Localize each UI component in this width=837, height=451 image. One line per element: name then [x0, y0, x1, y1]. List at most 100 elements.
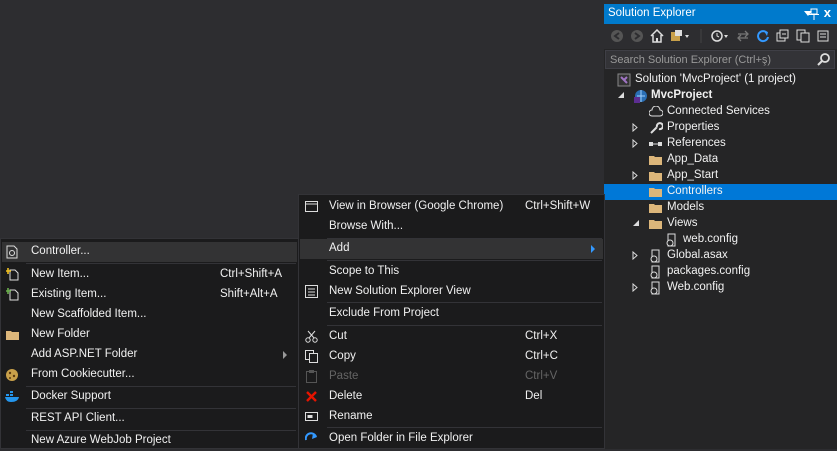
switch-views-icon[interactable]: [670, 29, 690, 43]
expanded-arrow-icon[interactable]: [632, 219, 640, 227]
search-icon[interactable]: [817, 53, 830, 66]
menu-item-browse-with[interactable]: Browse With...: [300, 217, 603, 237]
menu-item-delete[interactable]: Delete Del: [300, 387, 603, 407]
solution-icon: [617, 73, 631, 87]
copy-icon: [305, 350, 318, 363]
solution-explorer-titlebar: Solution Explorer x: [604, 4, 837, 24]
menu-item-add[interactable]: Add: [300, 239, 603, 259]
tree-item-label: Views: [667, 217, 698, 229]
context-menu: View in Browser (Google Chrome) Ctrl+Shi…: [298, 194, 605, 449]
menu-item-rest-api-client[interactable]: REST API Client...: [2, 409, 297, 429]
menu-item-existing-item[interactable]: Existing Item... Shift+Alt+A: [2, 285, 297, 305]
sync-icon[interactable]: [736, 29, 750, 43]
pending-changes-icon[interactable]: [710, 29, 730, 43]
tree-item-app-start[interactable]: App_Start: [604, 168, 837, 184]
collapsed-arrow-icon[interactable]: [632, 123, 638, 132]
menu-item-label: Existing Item...: [31, 288, 107, 300]
tree-item-label: Connected Services: [667, 105, 770, 117]
search-placeholder: Search Solution Explorer (Ctrl+ş): [610, 54, 772, 66]
menu-item-label: Add ASP.NET Folder: [31, 348, 138, 360]
menu-item-cut[interactable]: Cut Ctrl+X: [300, 327, 603, 347]
menu-item-docker-support[interactable]: Docker Support: [2, 387, 297, 407]
tree-item-references[interactable]: References: [604, 136, 837, 152]
menu-item-label: Delete: [329, 390, 363, 402]
show-all-files-icon[interactable]: [796, 29, 810, 43]
menu-item-new-scaffolded-item[interactable]: New Scaffolded Item...: [2, 305, 297, 325]
menu-item-label: View in Browser (Google Chrome): [329, 200, 504, 212]
menu-item-label: New Folder: [31, 328, 90, 340]
menu-item-paste[interactable]: Paste Ctrl+V: [300, 367, 603, 387]
collapsed-arrow-icon[interactable]: [632, 171, 638, 180]
cloud-icon: [649, 106, 663, 117]
menu-item-rename[interactable]: Rename: [300, 407, 603, 427]
menu-item-controller[interactable]: Controller...: [2, 242, 297, 262]
menu-item-copy[interactable]: Copy Ctrl+C: [300, 347, 603, 367]
tree-item-connected-services[interactable]: Connected Services: [604, 104, 837, 120]
solution-explorer-search-input[interactable]: Search Solution Explorer (Ctrl+ş): [605, 50, 835, 69]
new-folder-icon: [6, 331, 19, 340]
tree-item-label: packages.config: [667, 265, 751, 277]
scissors-icon: [305, 330, 318, 343]
tree-item-label: MvcProject: [651, 89, 713, 101]
folder-icon: [649, 204, 662, 213]
open-folder-icon: [305, 432, 317, 441]
cookiecutter-icon: [6, 369, 18, 381]
menu-separator: [327, 427, 602, 428]
tree-item-solution[interactable]: Solution 'MvcProject' (1 project): [604, 72, 837, 88]
submenu-arrow-icon: [591, 245, 595, 253]
tree-item-web-config[interactable]: Web.config: [604, 280, 837, 296]
menu-item-shortcut: Ctrl+Shift+W: [525, 200, 591, 212]
expanded-arrow-icon[interactable]: [617, 91, 625, 99]
back-icon[interactable]: [610, 29, 624, 43]
menu-item-label: New Scaffolded Item...: [31, 308, 147, 320]
menu-item-shortcut: Ctrl+V: [525, 370, 558, 382]
tree-item-project[interactable]: MvcProject: [604, 88, 837, 104]
tree-item-views[interactable]: Views: [604, 216, 837, 232]
menu-item-new-folder[interactable]: New Folder: [2, 325, 297, 345]
menu-item-exclude-from-project[interactable]: Exclude From Project: [300, 304, 603, 324]
forward-icon[interactable]: [630, 29, 644, 43]
tree-item-label: App_Start: [667, 169, 719, 181]
tree-item-label: web.config: [683, 233, 738, 245]
menu-item-new-solution-explorer-view[interactable]: New Solution Explorer View: [300, 282, 603, 302]
tree-item-controllers[interactable]: Controllers: [604, 184, 837, 200]
menu-item-add-asp-net-folder[interactable]: Add ASP.NET Folder: [2, 345, 297, 365]
collapsed-arrow-icon[interactable]: [632, 139, 638, 148]
properties-icon[interactable]: [816, 29, 830, 43]
menu-item-label: Exclude From Project: [329, 307, 439, 319]
menu-item-scope-to-this[interactable]: Scope to This: [300, 262, 603, 282]
refresh-icon[interactable]: [756, 29, 770, 43]
tree-item-models[interactable]: Models: [604, 200, 837, 216]
collapsed-arrow-icon[interactable]: [632, 283, 638, 292]
new-item-icon: [6, 268, 19, 281]
folder-icon: [649, 220, 662, 229]
menu-item-view-in-browser[interactable]: View in Browser (Google Chrome) Ctrl+Shi…: [300, 197, 603, 217]
menu-item-shortcut: Ctrl+Shift+A: [220, 268, 282, 280]
menu-item-label: New Azure WebJob Project: [31, 434, 171, 446]
menu-separator: [327, 302, 602, 303]
tree-item-label: Properties: [667, 121, 720, 133]
references-icon: [649, 142, 662, 146]
menu-item-from-cookiecutter[interactable]: From Cookiecutter...: [2, 365, 297, 385]
tree-item-global-asax[interactable]: Global.asax: [604, 248, 837, 264]
collapsed-arrow-icon[interactable]: [632, 251, 638, 260]
folder-icon: [649, 156, 662, 165]
menu-item-new-azure-webjob-project[interactable]: New Azure WebJob Project: [2, 431, 297, 451]
tree-item-label: Controllers: [667, 185, 723, 197]
menu-item-new-item[interactable]: New Item... Ctrl+Shift+A: [2, 265, 297, 285]
tree-item-properties[interactable]: Properties: [604, 120, 837, 136]
pin-icon[interactable]: [809, 8, 819, 20]
browser-icon: [305, 201, 318, 212]
menu-item-shortcut: Del: [525, 390, 543, 402]
add-submenu: Controller... New Item... Ctrl+Shift+A E…: [0, 238, 299, 449]
tree-item-packages-config[interactable]: packages.config: [604, 264, 837, 280]
web-project-icon: [634, 90, 647, 103]
menu-item-label: Add: [329, 242, 350, 254]
collapse-all-icon[interactable]: [776, 29, 790, 43]
tree-item-views-web-config[interactable]: web.config: [604, 232, 837, 248]
tree-item-app-data[interactable]: App_Data: [604, 152, 837, 168]
solution-explorer-panel: Solution Explorer x Search Solution Expl…: [604, 4, 837, 449]
close-panel-button[interactable]: x: [824, 5, 831, 20]
home-icon[interactable]: [650, 29, 664, 43]
menu-item-open-folder-in-file-explorer[interactable]: Open Folder in File Explorer: [300, 429, 603, 449]
